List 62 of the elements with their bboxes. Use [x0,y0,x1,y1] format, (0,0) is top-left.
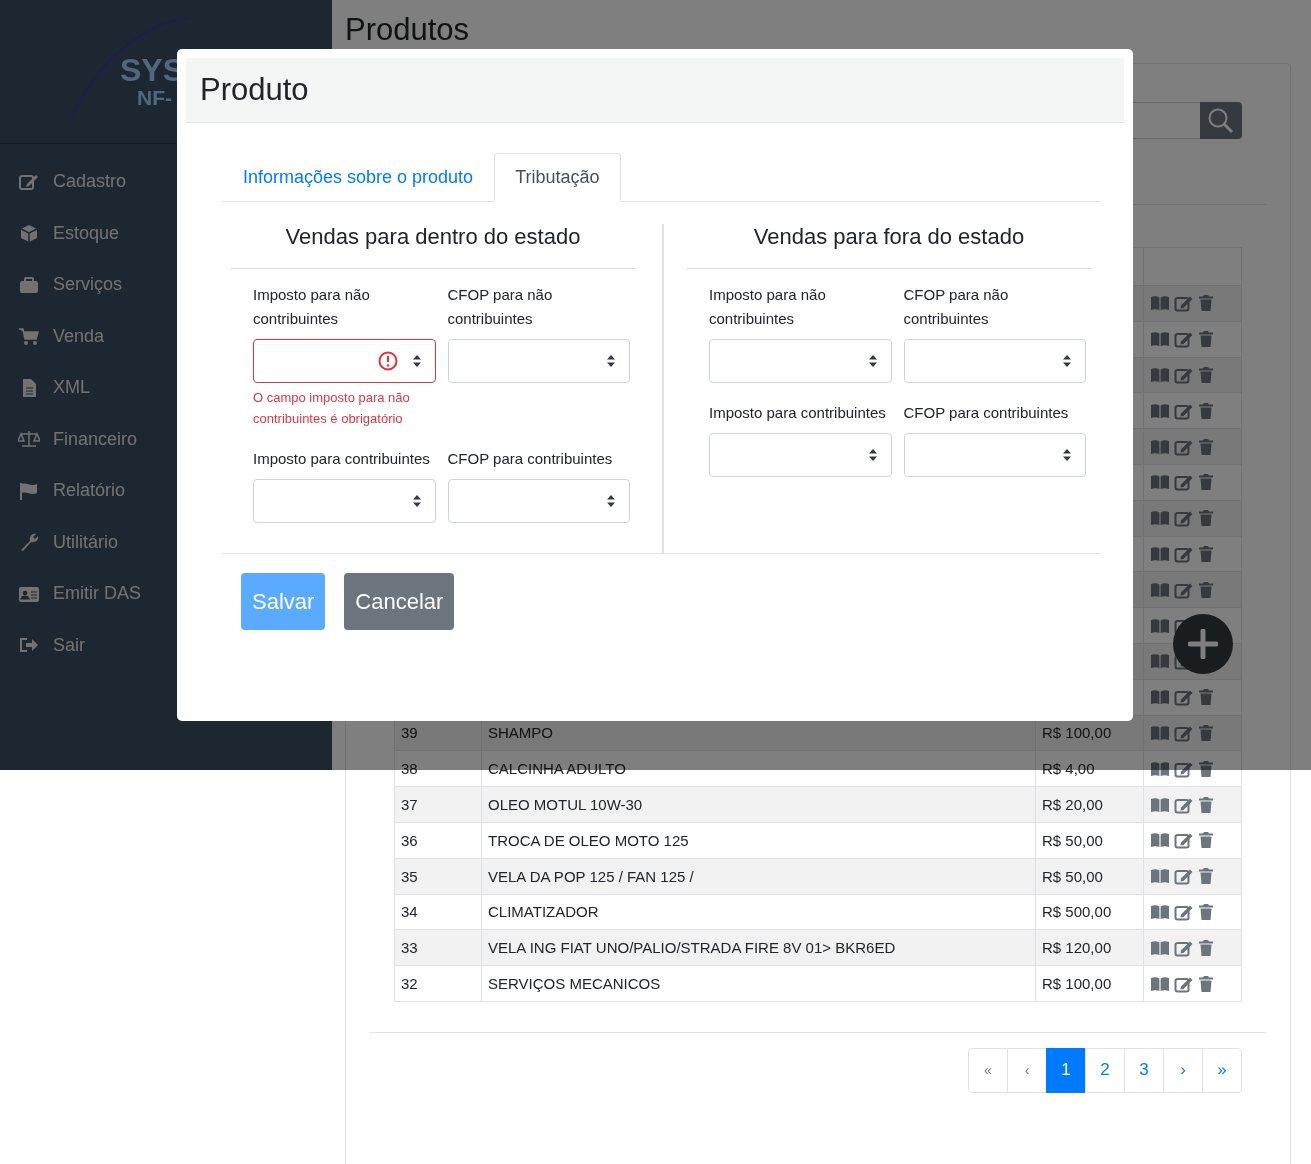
tab[interactable]: Informações sobre o produto [222,153,495,202]
table-cell: R$ 50,00 [1035,858,1143,894]
field-label: CFOP para contribuintes [903,403,1070,423]
page-link[interactable]: › [1163,1047,1203,1093]
table-cell: R$ 120,00 [1035,930,1143,966]
page-link[interactable]: 2 [1085,1047,1125,1093]
field-label: Imposto para contribuintes [253,449,431,469]
sidebar-item[interactable]: Utilitário [0,516,332,568]
page-title: Produtos [345,12,471,48]
error-message: O campo imposto para não contribuintes é obrigatório [253,389,411,428]
field-label: Imposto para não contribuintes [253,285,371,329]
table-cell: TROCA DE OLEO MOTO 125 [481,822,1035,858]
briefcase-icon [18,274,40,295]
table-cell: R$ 50,00 [1035,822,1143,858]
dialog-title: Produto [200,72,309,108]
add-button[interactable] [1173,614,1233,674]
table-cell-text: 39 [400,723,419,744]
table-cell: R$ 20,00 [1035,787,1143,822]
flag-icon [18,480,40,501]
table-cell-text: 35 [400,866,419,887]
sort-caret-icon [606,494,616,508]
logo-text: NF- [137,86,172,110]
field-label: Imposto para contribuintes [709,403,887,423]
sort-caret-icon [606,354,616,368]
table-cell-text: 32 [400,974,419,995]
field-label: CFOP para não contribuintes [903,285,1010,329]
cart-icon [18,326,40,347]
logo-arc-icon [70,16,190,120]
scale-icon [18,429,40,450]
search-button[interactable] [1200,102,1242,139]
table-cell: OLEO MOTUL 10W-30 [481,787,1035,822]
error-icon [377,351,398,371]
book-icon[interactable] [1150,760,1170,777]
table-cell: VELA DA POP 125 / FAN 125 / [481,858,1035,894]
sort-caret-icon [867,354,878,368]
field-label: Imposto para não contribuintes [709,285,827,329]
table-cell-text: 34 [400,902,419,923]
page-link[interactable]: 1 [1046,1047,1086,1093]
table-cell-text: 37 [400,795,419,816]
sort-caret-icon [1062,448,1072,462]
table-cell: R$ 100,00 [1035,966,1143,1001]
box-icon [18,223,40,244]
plus-icon [1188,629,1218,659]
page-link[interactable]: 3 [1124,1047,1164,1093]
page-link[interactable]: » [1202,1047,1242,1093]
table-cell: SERVIÇOS MECANICOS [481,966,1035,1001]
table-cell-text: 33 [400,938,419,959]
table-cell: VELA ING FIAT UNO/PALIO/STRADA FIRE 8V 01> BKR6ED [481,930,1035,966]
section-title: Vendas para dentro do estado [230,224,636,269]
sort-caret-icon [867,448,878,462]
cancel-button[interactable]: Cancelar [344,573,455,630]
table-cell-text: 36 [400,830,419,851]
sort-caret-icon [411,354,422,368]
select-field[interactable] [253,339,436,383]
trash-icon[interactable] [1198,759,1214,778]
sort-caret-icon [411,494,422,508]
field-label: CFOP para contribuintes [447,449,614,469]
field-label: CFOP para não contribuintes [447,285,554,329]
tab[interactable]: Tributação [494,153,621,202]
section-title: Vendas para fora do estado [686,224,1092,269]
sort-caret-icon [1062,354,1072,368]
search-icon [1207,106,1235,135]
